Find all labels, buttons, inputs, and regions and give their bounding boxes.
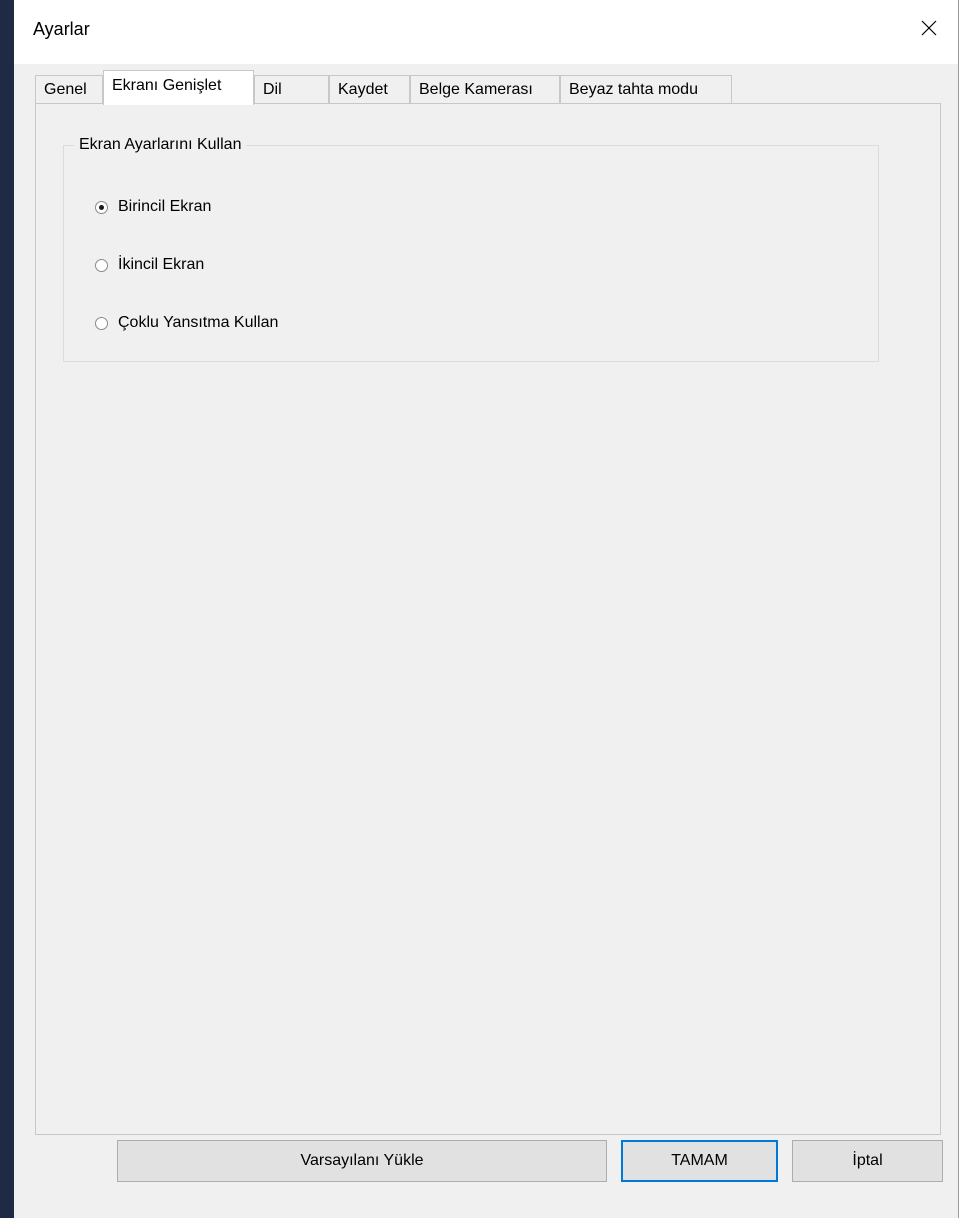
- radio-button[interactable]: [95, 258, 108, 272]
- desktop-background-right: [958, 0, 973, 1218]
- close-icon: [921, 20, 937, 36]
- tab-genel[interactable]: Genel: [35, 75, 103, 103]
- window-border-right: [958, 0, 959, 1218]
- window-title: Ayarlar: [33, 19, 90, 39]
- load-defaults-button[interactable]: Varsayılanı Yükle: [117, 1140, 607, 1182]
- tab-dil[interactable]: Dil: [254, 75, 329, 103]
- screen-settings-group: Ekran Ayarlarını Kullan Birincil Ekran İ…: [63, 136, 879, 362]
- group-legend: Ekran Ayarlarını Kullan: [74, 136, 247, 154]
- tab-beyaz-tahta-modu[interactable]: Beyaz tahta modu: [560, 75, 732, 103]
- radio-label: Çoklu Yansıtma Kullan: [118, 314, 279, 331]
- tab-panel: Ekran Ayarlarını Kullan Birincil Ekran İ…: [35, 103, 941, 1135]
- tab-belge-kamerasi[interactable]: Belge Kamerası: [410, 75, 560, 103]
- radio-label: İkincil Ekran: [118, 256, 205, 273]
- close-button[interactable]: [909, 12, 949, 44]
- ok-button[interactable]: TAMAM: [621, 1140, 778, 1182]
- radio-birincil-ekran[interactable]: Birincil Ekran: [95, 198, 211, 216]
- radio-coklu-yansitma[interactable]: Çoklu Yansıtma Kullan: [95, 314, 278, 332]
- radio-label: Birincil Ekran: [118, 198, 212, 215]
- tab-kaydet[interactable]: Kaydet: [329, 75, 410, 103]
- radio-ikincil-ekran[interactable]: İkincil Ekran: [95, 256, 204, 274]
- title-bar: Ayarlar: [14, 0, 958, 64]
- desktop-background-left: [0, 0, 14, 1218]
- radio-button[interactable]: [95, 316, 108, 330]
- settings-dialog: Ayarlar Genel Ekranı Genişlet Dil Kaydet…: [14, 0, 958, 1218]
- tab-ekrani-genislet[interactable]: Ekranı Genişlet: [103, 70, 254, 105]
- cancel-button[interactable]: İptal: [792, 1140, 943, 1182]
- radio-button-checked[interactable]: [95, 200, 108, 214]
